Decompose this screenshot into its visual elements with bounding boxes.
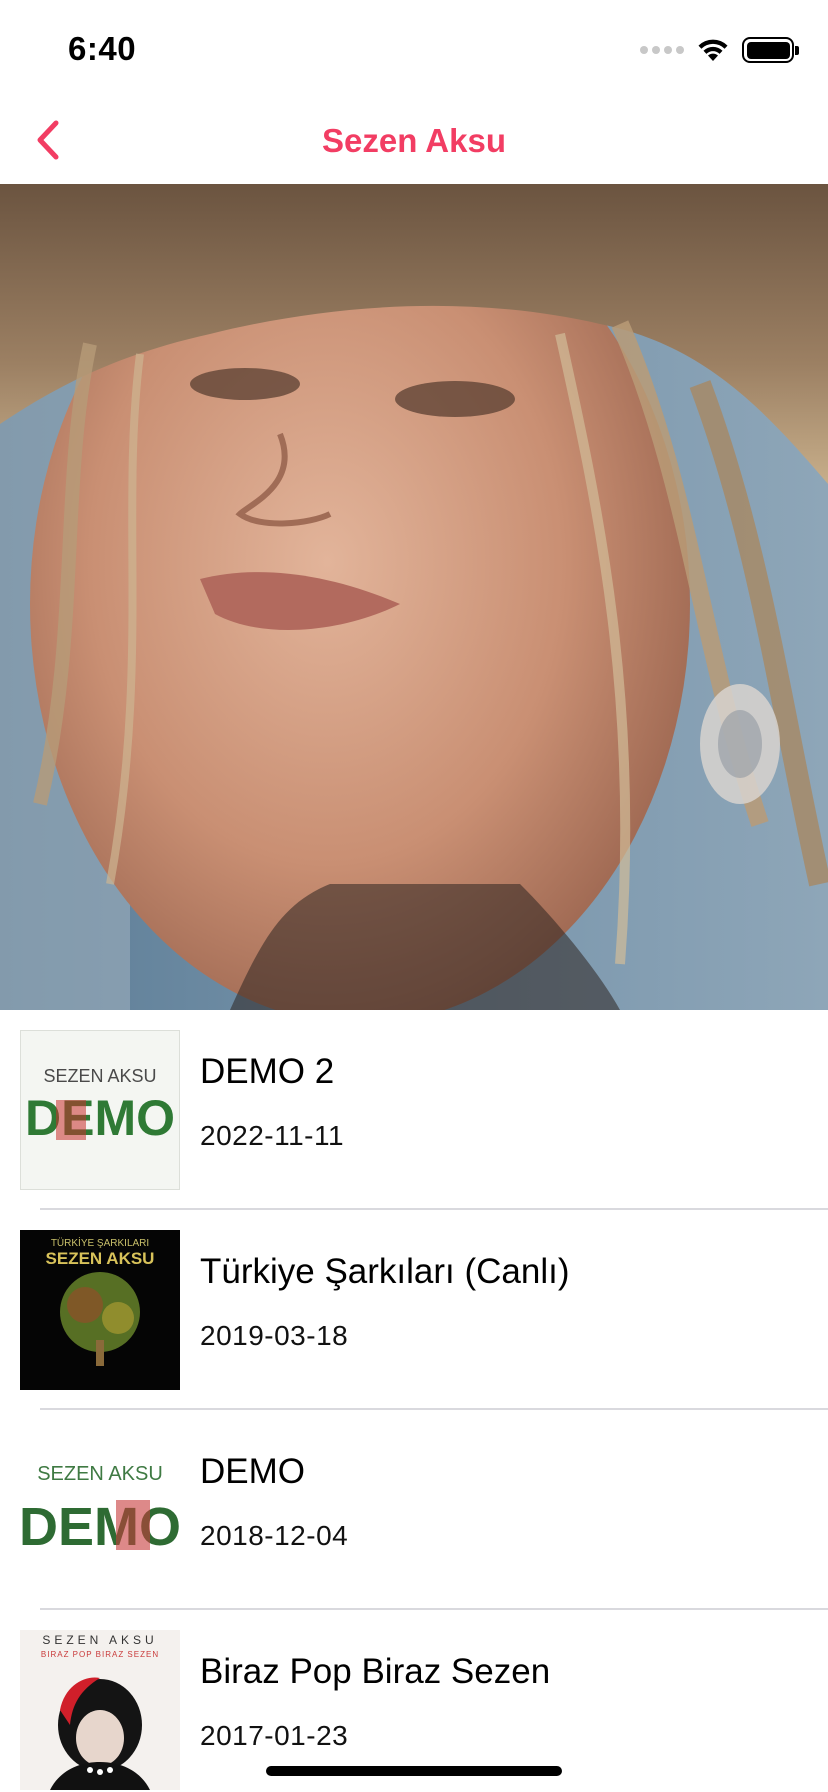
status-time: 6:40 bbox=[68, 30, 137, 67]
album-title: DEMO 2 bbox=[200, 1052, 335, 1091]
album-title: Biraz Pop Biraz Sezen bbox=[200, 1652, 551, 1691]
svg-text:SEZEN AKSU: SEZEN AKSU bbox=[46, 1249, 155, 1268]
album-cover: SEZEN AKSU BIRAZ POP BIRAZ SEZEN bbox=[20, 1630, 180, 1790]
battery-icon bbox=[742, 37, 799, 63]
album-date: 2018-12-04 bbox=[200, 1520, 349, 1551]
album-date: 2019-03-18 bbox=[200, 1320, 349, 1351]
list-item[interactable]: SEZEN AKSU DEMO DEMO 2018-12-04 bbox=[0, 1410, 828, 1610]
svg-text:BIRAZ POP BIRAZ SEZEN: BIRAZ POP BIRAZ SEZEN bbox=[41, 1650, 159, 1659]
svg-text:DEMO: DEMO bbox=[20, 1497, 180, 1557]
wifi-icon bbox=[698, 39, 728, 61]
status-bar: 6:40 bbox=[0, 0, 828, 96]
svg-text:SEZEN AKSU: SEZEN AKSU bbox=[37, 1463, 163, 1485]
list-item[interactable]: SEZEN AKSU BIRAZ POP BIRAZ SEZEN Biraz P… bbox=[0, 1610, 828, 1792]
artist-photo bbox=[0, 184, 828, 1010]
list-item[interactable]: TÜRKİYE ŞARKILARI SEZEN AKSU Türkiye Şar… bbox=[0, 1210, 828, 1410]
status-icons bbox=[640, 34, 799, 66]
album-date: 2017-01-23 bbox=[200, 1720, 349, 1751]
album-cover: TÜRKİYE ŞARKILARI SEZEN AKSU bbox=[20, 1230, 180, 1390]
page-title: Sezen Aksu bbox=[321, 122, 506, 159]
album-title: Türkiye Şarkıları (Canlı) bbox=[200, 1252, 570, 1291]
svg-text:TÜRKİYE ŞARKILARI: TÜRKİYE ŞARKILARI bbox=[51, 1236, 149, 1249]
navigation-bar: Sezen Aksu bbox=[0, 96, 828, 184]
album-list: SEZEN AKSU DEMO DEMO 2 2022-11-11 TÜRKİY… bbox=[0, 1010, 828, 1792]
svg-text:SEZEN AKSU: SEZEN AKSU bbox=[43, 1066, 156, 1086]
signal-icon bbox=[640, 46, 684, 54]
list-item[interactable]: SEZEN AKSU DEMO DEMO 2 2022-11-11 bbox=[0, 1010, 828, 1210]
album-title: DEMO bbox=[200, 1452, 305, 1491]
album-date: 2022-11-11 bbox=[200, 1120, 345, 1151]
album-cover: SEZEN AKSU DEMO bbox=[20, 1430, 180, 1590]
home-indicator[interactable] bbox=[266, 1766, 562, 1776]
album-cover: SEZEN AKSU DEMO bbox=[20, 1030, 180, 1190]
svg-text:DEMO: DEMO bbox=[25, 1090, 175, 1146]
svg-text:SEZEN AKSU: SEZEN AKSU bbox=[42, 1633, 157, 1647]
